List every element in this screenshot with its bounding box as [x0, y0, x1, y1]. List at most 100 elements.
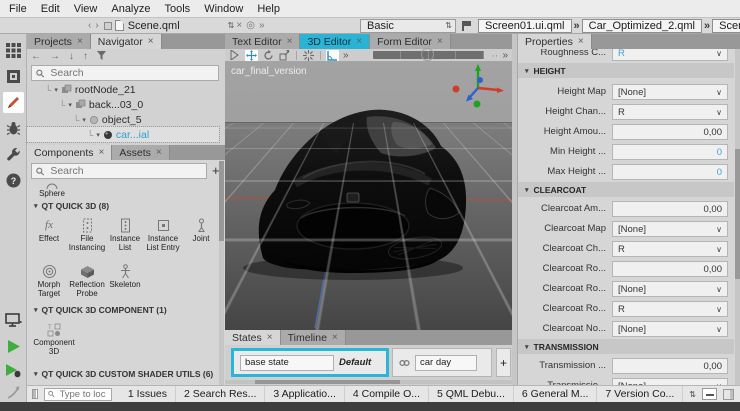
tab-text-editor[interactable]: Text Editor × — [225, 34, 300, 49]
tab-components[interactable]: Components × — [27, 145, 112, 160]
car-day-state-name-field[interactable] — [415, 355, 477, 371]
fit-view-icon[interactable] — [302, 50, 315, 61]
close-icon[interactable]: × — [77, 36, 83, 47]
state-card-base[interactable]: Default — [231, 348, 389, 377]
design-mode-icon[interactable] — [3, 92, 24, 113]
transmission-factor-field[interactable]: 0,00 — [612, 358, 728, 374]
section-transmission[interactable]: ▾ TRANSMISSION — [518, 339, 734, 354]
camera-speed-slider[interactable] — [373, 51, 484, 59]
move-up-icon[interactable]: ↑ — [83, 51, 88, 62]
output-pane-issues[interactable]: 1 Issues — [120, 386, 176, 402]
target-icon[interactable]: ◎ — [244, 20, 257, 31]
sidebar-toggle-icon[interactable] — [32, 389, 38, 399]
output-pane-version-control[interactable]: 7 Version Co... — [597, 386, 683, 402]
section-clearcoat[interactable]: ▾ CLEARCOAT — [518, 182, 734, 197]
tree-item-back[interactable]: └ ▾ back...03_0 — [27, 97, 219, 112]
navigator-search-input[interactable] — [48, 66, 214, 80]
menu-tools[interactable]: Tools — [158, 2, 198, 16]
clearcoat-map-dropdown[interactable]: [None] ∨ — [612, 221, 728, 237]
component-item-reflection-probe[interactable]: Reflection Probe — [68, 263, 106, 298]
move-right-icon[interactable]: → — [50, 51, 60, 62]
section-qt-quick-3d-custom-shader-utils[interactable]: ▾ QT QUICK 3D CUSTOM SHADER UTILS (6) — [34, 369, 213, 379]
components-scrollbar[interactable] — [219, 161, 224, 385]
build-progress-button[interactable] — [702, 388, 717, 400]
move-tool-icon[interactable] — [245, 50, 258, 61]
close-icon[interactable]: × — [356, 36, 362, 47]
tab-properties[interactable]: Properties × — [518, 34, 592, 49]
menu-view[interactable]: View — [67, 2, 105, 16]
close-document-icon[interactable]: × — [234, 20, 244, 31]
breadcrumb-scene[interactable]: Scene.qml — [712, 19, 740, 33]
component-item-skeleton[interactable]: Skeleton — [106, 263, 144, 289]
component-item-morph-target[interactable]: Morph Target — [30, 263, 68, 298]
height-amount-field[interactable]: 0,00 — [612, 124, 728, 140]
locator-input[interactable] — [58, 388, 108, 401]
add-state-button[interactable]: + — [496, 348, 511, 377]
max-height-field[interactable]: 0 — [612, 164, 728, 180]
breadcrumb-screen01[interactable]: Screen01.ui.qml — [478, 19, 572, 33]
tree-item-rootnode[interactable]: └ ▾ rootNode_21 — [27, 82, 219, 97]
forward-icon[interactable]: › — [93, 20, 100, 31]
style-selector[interactable]: Basic ⇅ — [360, 19, 456, 33]
edit-mode-icon[interactable] — [3, 66, 24, 87]
tree-item-car-material[interactable]: └ ▾ car...ial — [27, 127, 219, 142]
output-pane-qml-debugger[interactable]: 5 QML Debu... — [429, 386, 514, 402]
tab-timeline[interactable]: Timeline × — [281, 330, 346, 345]
open-document-selector[interactable]: Scene.qml — [128, 20, 180, 32]
welcome-mode-icon[interactable] — [3, 40, 24, 61]
debug-run-button[interactable] — [3, 360, 24, 381]
toolbar-overflow-icon[interactable]: » — [257, 20, 267, 31]
height-channel-dropdown[interactable]: R ∨ — [612, 104, 728, 120]
component-item-effect[interactable]: fx Effect — [30, 217, 68, 243]
components-search-input[interactable] — [48, 164, 202, 178]
section-qt-quick-3d[interactable]: ▾ QT QUICK 3D (8) — [34, 201, 109, 211]
menu-analyze[interactable]: Analyze — [104, 2, 157, 16]
output-pane-application-output[interactable]: 3 Applicatio... — [265, 386, 344, 402]
properties-scrollbar[interactable] — [735, 49, 740, 385]
clearcoat-normal-map-dropdown[interactable]: [None] ∨ — [612, 321, 728, 337]
transmission-map-dropdown[interactable]: [None] ∨ — [612, 378, 728, 385]
output-pane-general-messages[interactable]: 6 General M... — [514, 386, 598, 402]
height-map-dropdown[interactable]: [None] ∨ — [612, 84, 728, 100]
rotate-tool-icon[interactable] — [262, 50, 275, 61]
component-item-sphere[interactable]: Sphere — [30, 181, 74, 198]
close-icon[interactable]: × — [437, 36, 443, 47]
roughness-channel-dropdown[interactable]: R ∨ — [612, 49, 728, 61]
menu-help[interactable]: Help — [250, 2, 287, 16]
close-icon[interactable]: × — [267, 332, 273, 343]
min-height-field[interactable]: 0 — [612, 144, 728, 160]
debug-mode-icon[interactable] — [3, 118, 24, 139]
tab-navigator[interactable]: Navigator × — [91, 34, 162, 49]
expander-icon[interactable]: ▾ — [54, 86, 58, 94]
component-item-instance-list-entry[interactable]: Instance List Entry — [144, 217, 182, 252]
states-scrollbar[interactable] — [225, 380, 512, 384]
output-pane-compile-output[interactable]: 4 Compile O... — [345, 386, 429, 402]
select-tool-icon[interactable] — [228, 50, 241, 61]
menu-file[interactable]: File — [2, 2, 34, 16]
right-panel-toggle-icon[interactable] — [723, 389, 734, 400]
run-button[interactable] — [3, 336, 24, 357]
output-pane-search-results[interactable]: 2 Search Res... — [176, 386, 265, 402]
output-pane-arrows-icon[interactable]: ⇅ — [689, 390, 696, 399]
document-selector-arrows-icon[interactable]: ⇅ — [228, 21, 235, 30]
car-model[interactable] — [225, 62, 512, 330]
locator[interactable] — [44, 388, 112, 401]
tab-assets[interactable]: Assets × — [112, 145, 169, 160]
help-mode-icon[interactable]: ? — [3, 170, 24, 191]
kit-selector-icon[interactable] — [3, 310, 24, 331]
move-down-icon[interactable]: ↓ — [69, 51, 74, 62]
menu-window[interactable]: Window — [197, 2, 250, 16]
flag-icon[interactable] — [462, 21, 471, 31]
menu-edit[interactable]: Edit — [34, 2, 67, 16]
filter-icon[interactable] — [97, 51, 106, 63]
back-icon[interactable]: ‹ — [86, 20, 93, 31]
component-item-joint[interactable]: Joint — [182, 217, 220, 243]
clearcoat-amount-field[interactable]: 0,00 — [612, 201, 728, 217]
state-card-car-day[interactable] — [392, 348, 492, 377]
axis-gizmo[interactable] — [453, 64, 505, 108]
close-icon[interactable]: × — [287, 36, 293, 47]
tree-item-object5[interactable]: └ ▾ object_5 — [27, 112, 219, 127]
expander-icon[interactable]: ▾ — [82, 116, 86, 124]
pin-icon[interactable] — [104, 22, 112, 30]
clearcoat-roughness-field[interactable]: 0,00 — [612, 261, 728, 277]
